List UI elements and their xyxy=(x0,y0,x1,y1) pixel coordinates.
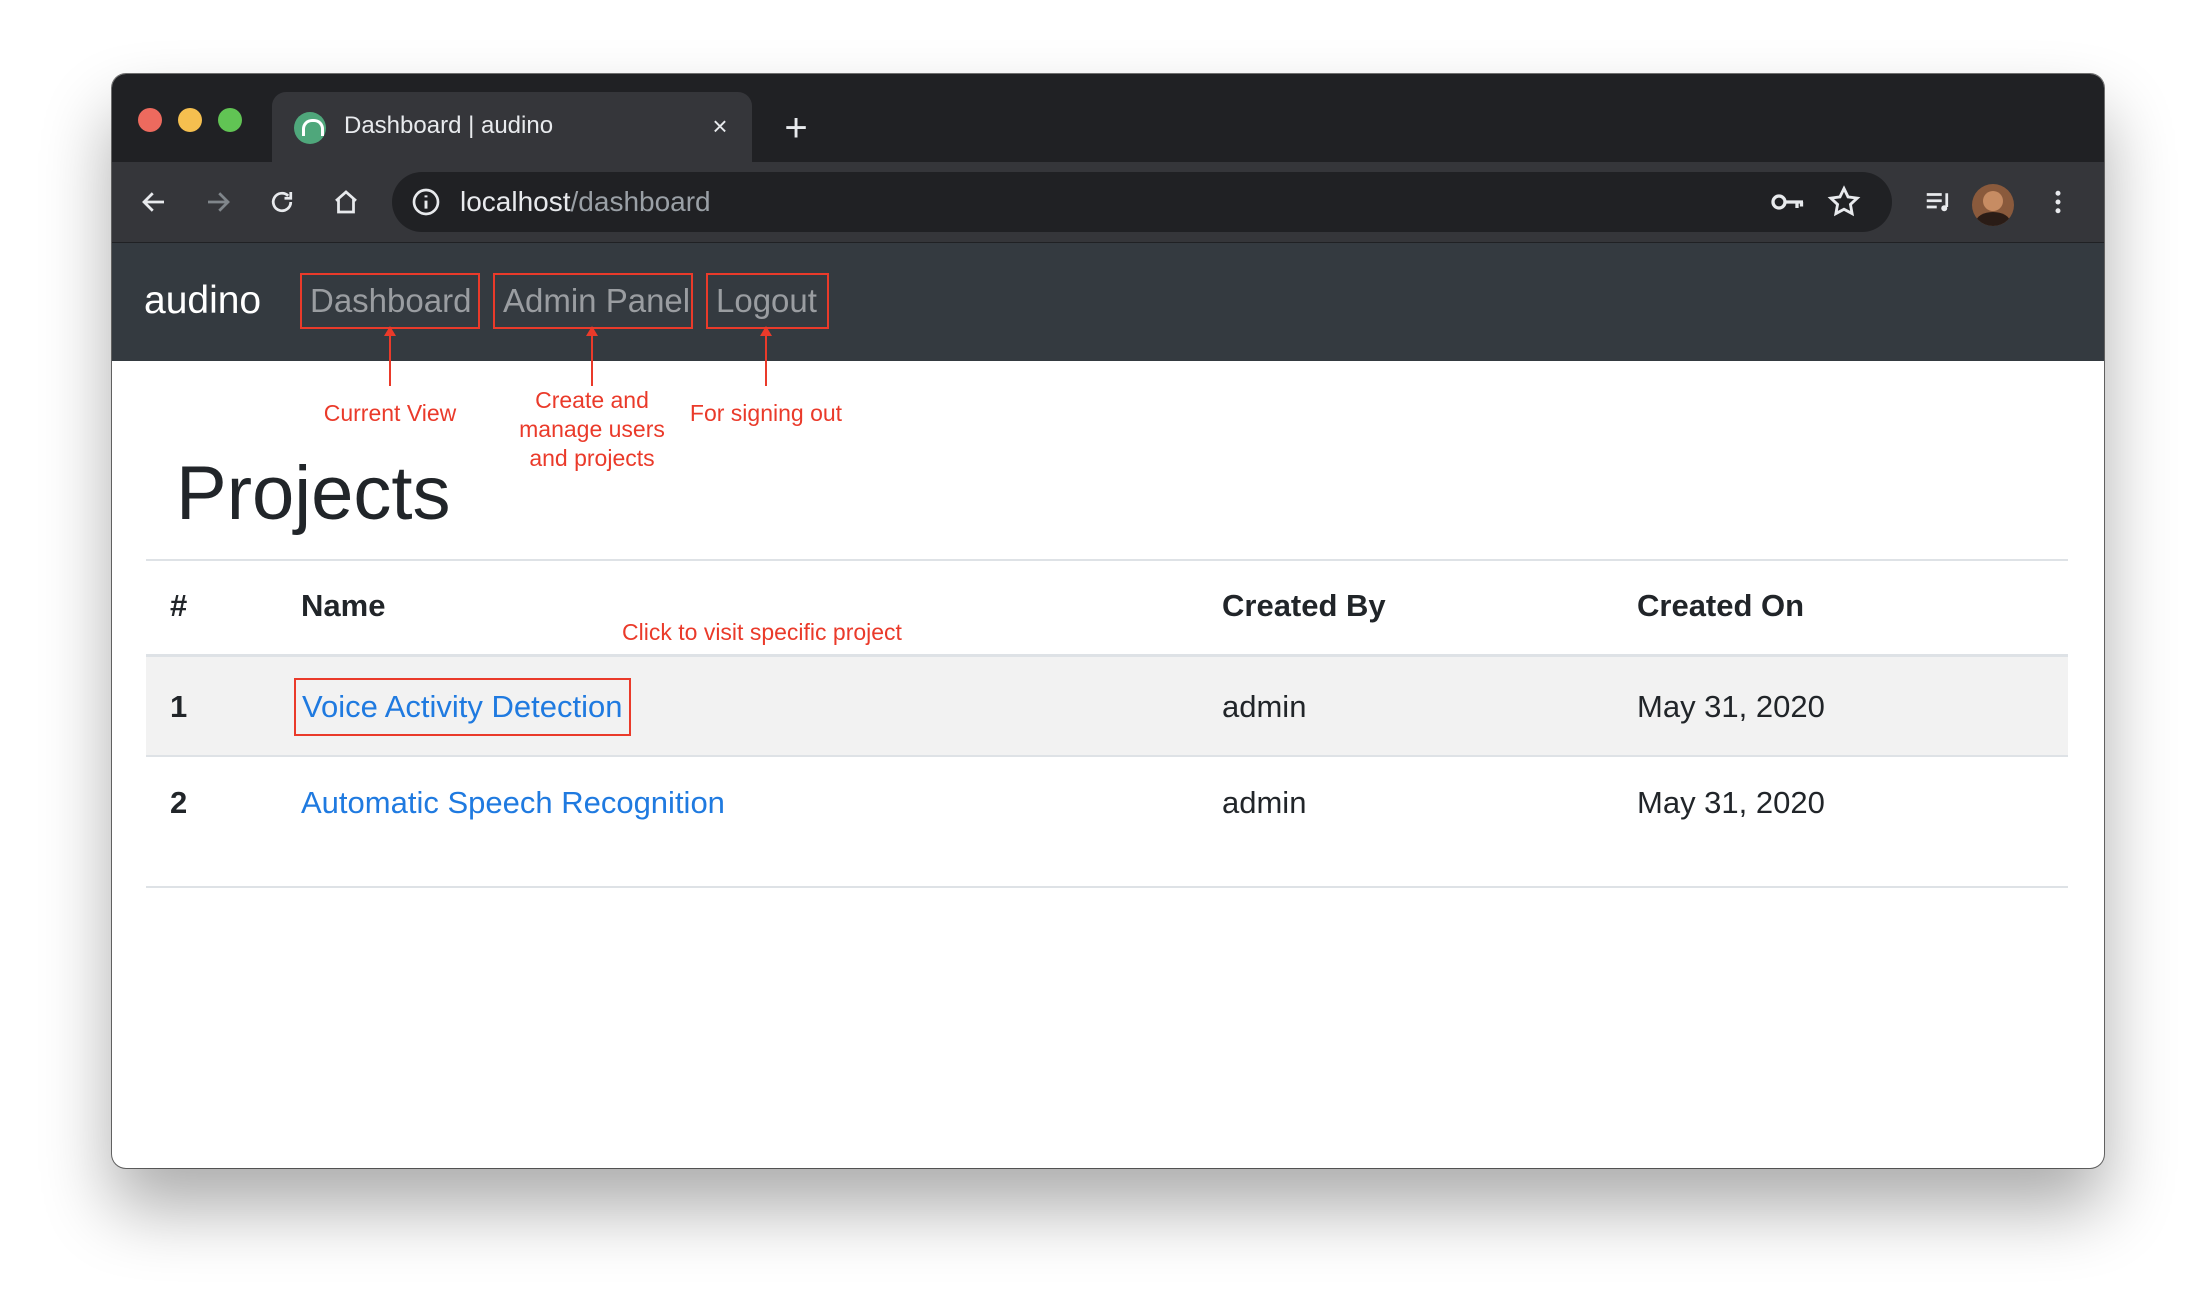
row-number: 1 xyxy=(170,689,188,724)
media-playlist-icon[interactable] xyxy=(1916,180,1960,224)
address-bar[interactable]: localhost/dashboard xyxy=(392,172,1892,232)
back-arrow-icon[interactable] xyxy=(132,180,176,224)
nav-link-dashboard[interactable]: Dashboard xyxy=(300,273,480,329)
minimize-window-button[interactable] xyxy=(178,108,202,132)
annotation-current-view: Current View xyxy=(323,400,457,426)
nav-link-logout[interactable]: Logout xyxy=(706,273,829,329)
nav-link-admin-panel[interactable]: Admin Panel xyxy=(493,273,693,329)
annotation-admin-line-2: manage users xyxy=(519,416,665,442)
column-header-name: Name xyxy=(301,588,386,623)
table-row: 1 Voice Activity Detection admin May 31,… xyxy=(146,657,2068,755)
url-host: localhost xyxy=(460,186,571,217)
row-number: 2 xyxy=(170,785,188,820)
tab-title: Dashboard | audino xyxy=(344,112,554,139)
url-path: /dashboard xyxy=(570,186,711,217)
row-created-by: admin xyxy=(1222,785,1307,820)
close-window-button[interactable] xyxy=(138,108,162,132)
page-title: Projects xyxy=(176,451,451,536)
browser-toolbar: localhost/dashboard xyxy=(112,162,2104,243)
bookmark-star-icon[interactable] xyxy=(1826,184,1862,220)
column-header-number: # xyxy=(170,588,188,623)
table-row: 2 Automatic Speech Recognition admin May… xyxy=(146,757,2068,883)
table-bottom-divider xyxy=(146,886,2068,888)
project-link-voice-activity-detection[interactable]: Voice Activity Detection xyxy=(294,678,631,736)
column-header-created-on: Created On xyxy=(1637,588,1805,623)
project-link-automatic-speech-recognition[interactable]: Automatic Speech Recognition xyxy=(301,785,725,821)
profile-avatar[interactable] xyxy=(1972,184,2014,226)
annotation-project-link: Click to visit specific project xyxy=(622,619,902,645)
title-divider xyxy=(146,559,2068,561)
new-tab-button[interactable]: + xyxy=(776,108,816,148)
row-created-on: May 31, 2020 xyxy=(1637,689,1825,724)
annotation-admin-panel: Create and manage users and projects xyxy=(512,386,672,473)
row-created-by: admin xyxy=(1222,689,1307,724)
annotation-arrow-admin xyxy=(586,326,598,386)
brand-logo-text[interactable]: audino xyxy=(144,279,261,323)
tab-close-icon[interactable]: × xyxy=(702,108,738,144)
url-text[interactable]: localhost/dashboard xyxy=(460,186,711,218)
audino-headphones-icon xyxy=(294,112,326,144)
app-navbar: audino Dashboard Admin Panel Logout xyxy=(112,243,2104,361)
annotation-arrow-dashboard xyxy=(384,326,396,386)
key-icon[interactable] xyxy=(1770,184,1806,220)
more-menu-icon[interactable] xyxy=(2036,180,2080,224)
reload-icon[interactable] xyxy=(260,180,304,224)
annotation-logout: For signing out xyxy=(689,400,843,426)
forward-arrow-icon[interactable] xyxy=(196,180,240,224)
annotation-arrow-logout xyxy=(760,326,772,386)
site-info-icon[interactable] xyxy=(410,186,442,218)
column-header-created-by: Created By xyxy=(1222,588,1386,623)
tab-strip: Dashboard | audino × + xyxy=(112,74,2104,162)
annotation-admin-line-3: and projects xyxy=(529,445,655,471)
browser-tab-dashboard[interactable]: Dashboard | audino × xyxy=(272,92,752,162)
home-icon[interactable] xyxy=(324,180,368,224)
browser-window: Dashboard | audino × + localhost/dashboa… xyxy=(112,74,2104,1168)
annotation-admin-line-1: Create and xyxy=(535,387,649,413)
zoom-window-button[interactable] xyxy=(218,108,242,132)
row-created-on: May 31, 2020 xyxy=(1637,785,1825,820)
